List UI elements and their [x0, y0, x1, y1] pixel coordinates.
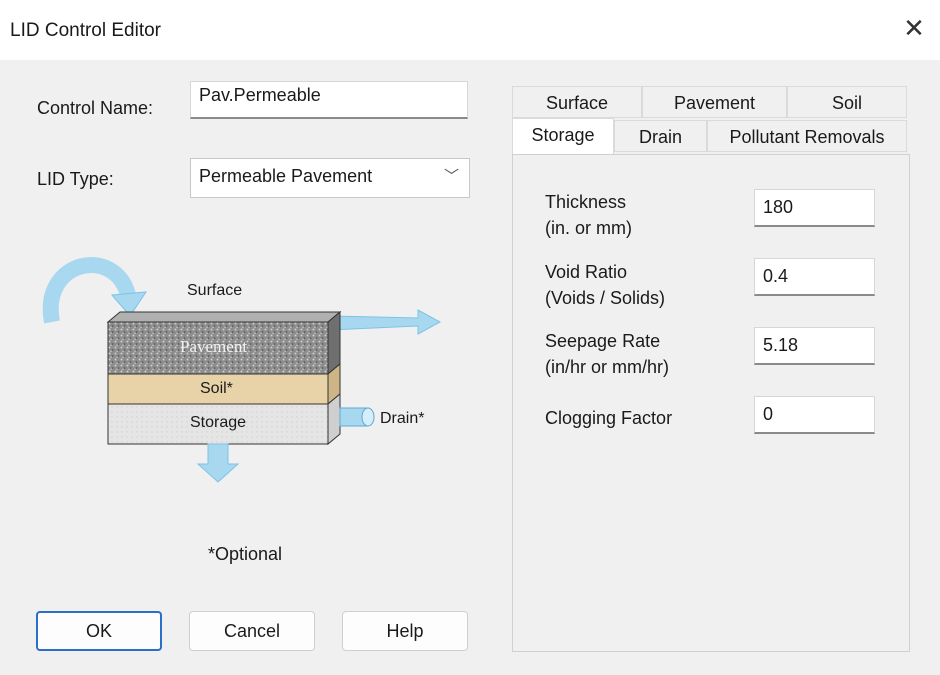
void-ratio-units: (Voids / Solids) — [545, 288, 666, 308]
void-ratio-input[interactable]: 0.4 — [754, 258, 875, 296]
window-title: LID Control Editor — [10, 20, 162, 41]
inflow-arrow — [42, 257, 136, 324]
surface-label: Surface — [187, 282, 243, 299]
tab-surface[interactable]: Surface — [512, 86, 642, 118]
lid-type-label: LID Type: — [37, 169, 114, 189]
tab-control: Surface Pavement Soil Storage Drain Poll… — [512, 82, 910, 652]
lid-control-editor-dialog: LID Control Editor ✕ Control Name: Pav.P… — [0, 0, 940, 675]
drain-label: Drain* — [380, 410, 425, 427]
lid-diagram: Surface Pavement Soil* Storage Drain* — [30, 250, 470, 510]
thickness-label: Thickness — [545, 192, 627, 212]
seepage-rate-units: (in/hr or mm/hr) — [545, 357, 670, 377]
runoff-arrow — [329, 309, 442, 335]
pavement-top-face — [106, 311, 342, 323]
clogging-factor-input[interactable]: 0 — [754, 396, 875, 434]
lid-type-value: Permeable Pavement — [199, 166, 373, 186]
control-name-input[interactable]: Pav.Permeable — [190, 81, 468, 119]
storage-label: Storage — [190, 414, 247, 431]
clogging-factor-label: Clogging Factor — [545, 408, 673, 428]
void-ratio-label: Void Ratio — [545, 262, 628, 282]
control-name-label: Control Name: — [37, 98, 154, 118]
thickness-units: (in. or mm) — [545, 218, 632, 238]
drain-pipe-end — [361, 407, 375, 427]
soil-label: Soil* — [200, 380, 233, 397]
lid-type-select[interactable]: Permeable Pavement ﹀ — [190, 158, 470, 198]
thickness-input[interactable]: 180 — [754, 189, 875, 227]
seepage-rate-input[interactable]: 5.18 — [754, 327, 875, 365]
help-button[interactable]: Help — [342, 611, 468, 651]
pavement-label: Pavement — [180, 337, 248, 356]
cancel-button[interactable]: Cancel — [189, 611, 315, 651]
storage-panel: Thickness (in. or mm) 180 Void Ratio (Vo… — [512, 154, 910, 652]
ok-button[interactable]: OK — [36, 611, 162, 651]
tab-storage[interactable]: Storage — [512, 118, 614, 154]
lid-diagram-svg — [42, 257, 442, 483]
title-bar: LID Control Editor ✕ — [0, 0, 940, 60]
close-icon[interactable]: ✕ — [896, 10, 932, 46]
pavement-side — [327, 310, 341, 376]
seepage-rate-label: Seepage Rate — [545, 331, 661, 351]
chevron-down-icon: ﹀ — [443, 168, 459, 185]
tab-soil[interactable]: Soil — [787, 86, 907, 118]
tab-pollutant-removals[interactable]: Pollutant Removals — [707, 120, 907, 152]
exfiltration-arrow — [196, 443, 240, 483]
tab-pavement[interactable]: Pavement — [642, 86, 787, 118]
tab-drain[interactable]: Drain — [614, 120, 707, 152]
optional-note: *Optional — [208, 544, 283, 564]
